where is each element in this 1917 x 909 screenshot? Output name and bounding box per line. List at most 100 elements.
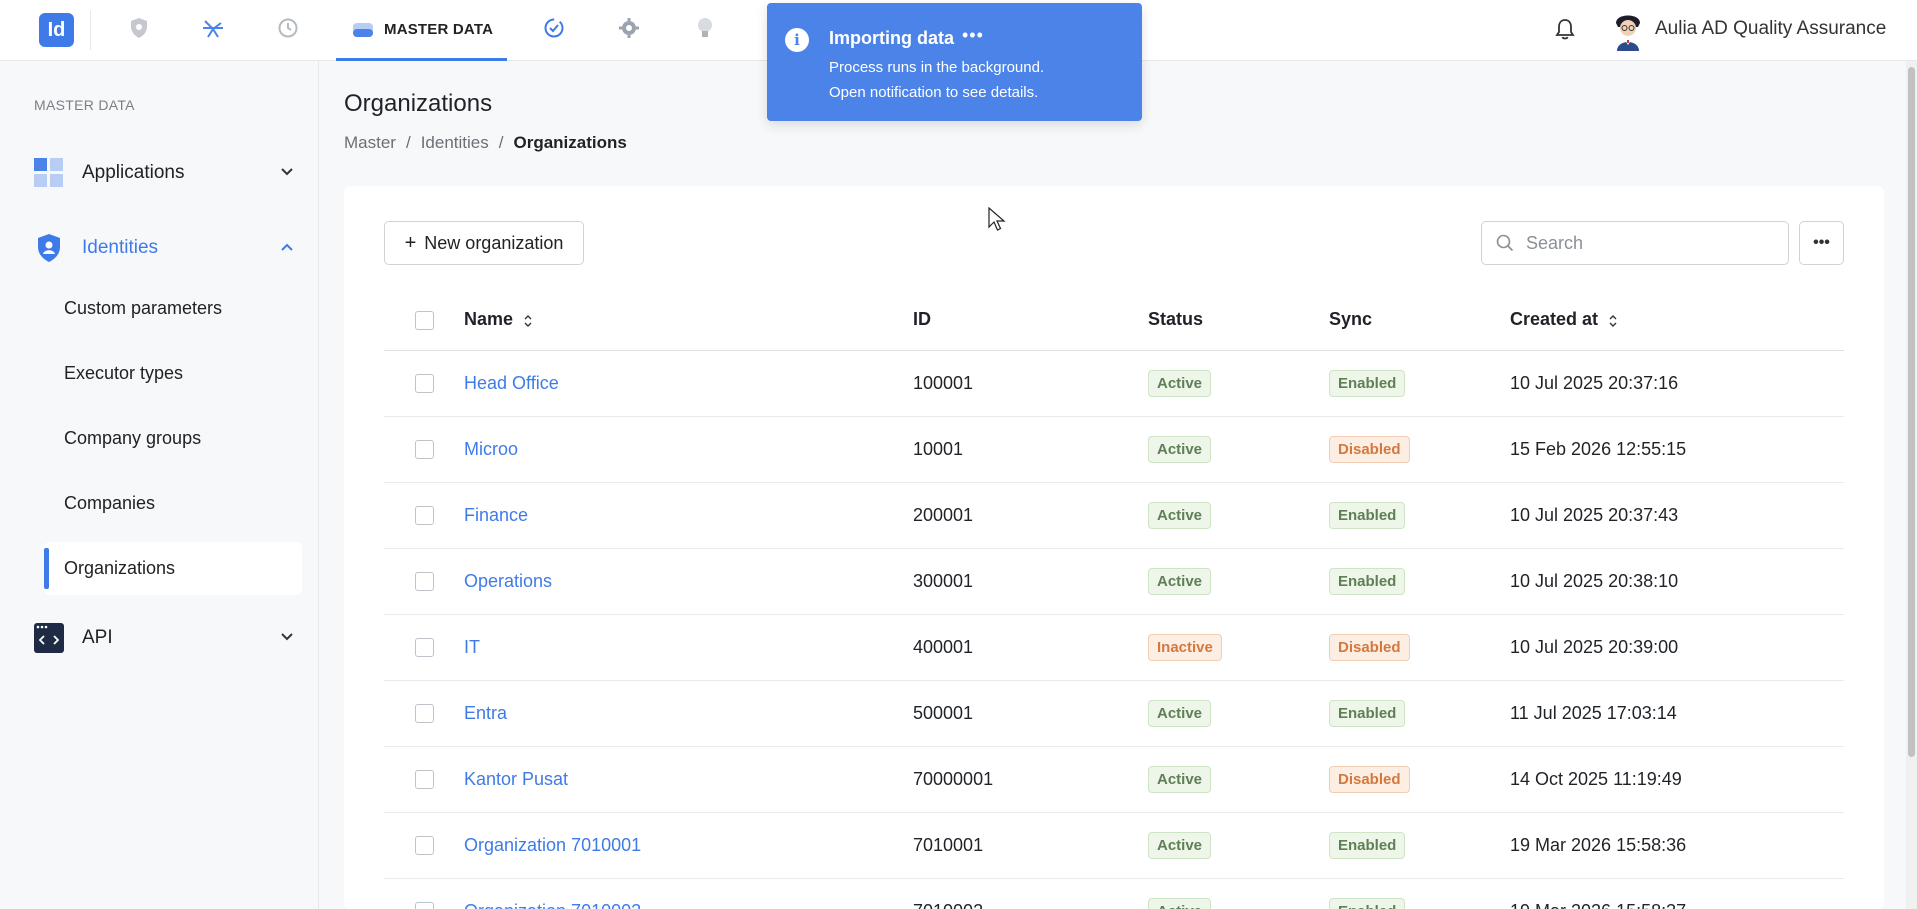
column-header-status: Status — [1148, 290, 1329, 351]
sync-cell: Enabled — [1329, 680, 1510, 747]
check-circle-icon[interactable] — [541, 15, 567, 41]
created-at-cell: 10 Jul 2025 20:39:00 — [1510, 614, 1844, 681]
status-cell: Inactive — [1148, 614, 1329, 681]
sort-icon[interactable] — [1608, 314, 1618, 328]
search-box[interactable] — [1481, 221, 1789, 265]
table-row[interactable]: Operations 300001 Active Enabled 10 Jul 2025… — [384, 548, 1844, 615]
sync-badge: Enabled — [1329, 501, 1406, 529]
status-badge: Active — [1148, 699, 1212, 727]
lightbulb-icon[interactable] — [692, 15, 718, 41]
status-badge: Active — [1148, 897, 1212, 909]
chevron-up-icon — [281, 243, 293, 251]
status-badge: Inactive — [1148, 633, 1222, 661]
org-name-link[interactable]: Organization 7010001 — [464, 835, 641, 855]
sync-cell: Enabled — [1329, 878, 1510, 909]
column-header-name[interactable]: Name — [464, 290, 913, 351]
user-name[interactable]: Aulia AD Quality Assurance — [1655, 18, 1886, 40]
row-checkbox[interactable] — [414, 836, 434, 856]
breadcrumb-master[interactable]: Master — [344, 133, 396, 153]
status-cell: Active — [1148, 812, 1329, 879]
new-organization-button[interactable]: + New organization — [384, 221, 584, 265]
org-name-link[interactable]: Microo — [464, 439, 518, 459]
sync-cell: Disabled — [1329, 416, 1510, 483]
row-checkbox[interactable] — [414, 638, 434, 658]
row-checkbox[interactable] — [414, 506, 434, 526]
row-select-cell — [384, 812, 464, 879]
more-options-button[interactable]: ••• — [1799, 221, 1844, 265]
sync-cell: Disabled — [1329, 746, 1510, 813]
sidebar-group-api[interactable]: API — [34, 618, 294, 658]
table-row[interactable]: IT 400001 Inactive Disabled 10 Jul 2025 20:3… — [384, 614, 1844, 681]
tab-master-data[interactable]: MASTER DATA — [336, 0, 507, 61]
status-badge: Active — [1148, 369, 1212, 397]
row-checkbox[interactable] — [414, 374, 434, 394]
table-row[interactable]: Entra 500001 Active Enabled 11 Jul 2025 17:0… — [384, 680, 1844, 747]
sync-cell: Disabled — [1329, 614, 1510, 681]
sync-badge: Disabled — [1329, 765, 1410, 793]
status-cell: Active — [1148, 878, 1329, 909]
row-select-cell — [384, 878, 464, 909]
table-row[interactable]: Organization 7010001 7010001 Active Enabled… — [384, 812, 1844, 879]
dashboard-icon[interactable] — [200, 15, 226, 41]
page-scrollbar[interactable] — [1906, 61, 1917, 909]
table-row[interactable]: Finance 200001 Active Enabled 10 Jul 2025 20… — [384, 482, 1844, 549]
table-row[interactable]: Head Office 100001 Active Enabled 10 Jul 202… — [384, 350, 1844, 417]
bell-icon[interactable] — [1554, 17, 1576, 46]
row-checkbox[interactable] — [414, 902, 434, 909]
select-all-checkbox[interactable] — [414, 311, 434, 330]
org-name-cell: Microo — [464, 416, 913, 483]
import-notification-toast[interactable]: i Importing data ••• Process runs in the… — [767, 3, 1142, 121]
row-checkbox[interactable] — [414, 572, 434, 592]
search-icon — [1496, 234, 1514, 252]
table-row[interactable]: Kantor Pusat 70000001 Active Disabled 14 Oct… — [384, 746, 1844, 813]
sidebar-group-applications[interactable]: Applications — [34, 153, 294, 193]
tab-label: MASTER DATA — [384, 20, 494, 38]
sidebar-group-identities[interactable]: Identities — [34, 228, 294, 268]
shield-icon[interactable] — [126, 15, 152, 41]
settings-gear-icon[interactable] — [616, 15, 642, 41]
org-name-link[interactable]: Entra — [464, 703, 507, 723]
org-name-cell: Finance — [464, 482, 913, 549]
org-name-link[interactable]: Head Office — [464, 373, 559, 393]
row-checkbox[interactable] — [414, 770, 434, 790]
row-select-cell — [384, 416, 464, 483]
org-id-cell: 300001 — [913, 548, 1148, 615]
org-id-cell: 200001 — [913, 482, 1148, 549]
avatar[interactable] — [1608, 9, 1648, 51]
org-name-link[interactable]: Operations — [464, 571, 552, 591]
sidebar-item-organizations[interactable]: Organizations — [44, 542, 302, 595]
table-row[interactable]: Microo 10001 Active Disabled 15 Feb 2026 12:… — [384, 416, 1844, 483]
status-badge: Active — [1148, 765, 1212, 793]
search-input[interactable] — [1526, 232, 1766, 254]
api-code-icon — [34, 623, 64, 653]
status-cell: Active — [1148, 746, 1329, 813]
page-title: Organizations — [344, 90, 493, 117]
row-checkbox[interactable] — [414, 704, 434, 724]
row-select-cell — [384, 680, 464, 747]
org-name-link[interactable]: IT — [464, 637, 480, 657]
app-logo[interactable]: Id — [39, 13, 74, 47]
history-icon[interactable] — [275, 15, 301, 41]
org-name-link[interactable]: Kantor Pusat — [464, 769, 568, 789]
org-name-link[interactable]: Organization 7010002 — [464, 901, 641, 909]
created-at-cell: 10 Jul 2025 20:38:10 — [1510, 548, 1844, 615]
row-checkbox[interactable] — [414, 440, 434, 460]
sidebar-item-company-groups[interactable]: Company groups — [44, 412, 302, 465]
sidebar-item-companies[interactable]: Companies — [44, 477, 302, 530]
sync-badge: Enabled — [1329, 369, 1406, 397]
sidebar-item-executor-types[interactable]: Executor types — [44, 347, 302, 400]
apps-grid-icon — [34, 158, 64, 188]
sort-icon[interactable] — [523, 314, 533, 328]
sidebar-item-custom-parameters[interactable]: Custom parameters — [44, 282, 302, 335]
mouse-cursor-icon — [988, 206, 1006, 238]
divider — [90, 10, 91, 50]
sync-badge: Enabled — [1329, 897, 1406, 909]
column-header-created-at[interactable]: Created at — [1510, 290, 1844, 351]
row-select-cell — [384, 548, 464, 615]
org-name-link[interactable]: Finance — [464, 505, 528, 525]
organizations-card: + New organization ••• Name ID Status Sy… — [344, 186, 1884, 909]
breadcrumb-identities[interactable]: Identities — [421, 133, 489, 153]
sync-badge: Disabled — [1329, 633, 1410, 661]
table-row[interactable]: Organization 7010002 7010002Active Enabled… — [384, 878, 1844, 909]
scrollbar-thumb[interactable] — [1908, 67, 1915, 757]
